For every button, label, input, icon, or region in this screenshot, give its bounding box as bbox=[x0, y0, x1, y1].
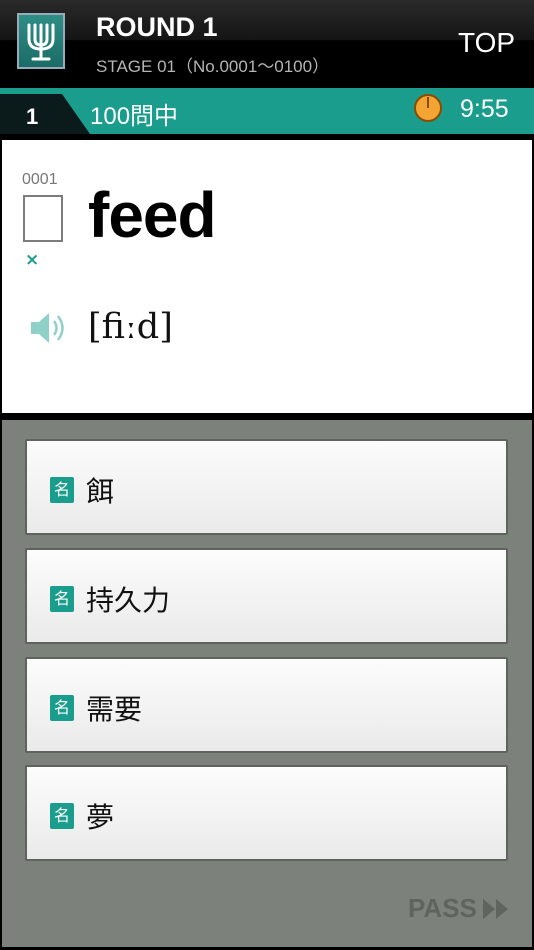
app-logo-icon bbox=[17, 13, 65, 69]
part-of-speech-badge: 名 bbox=[50, 695, 74, 721]
choice-button-4[interactable]: 名 夢 bbox=[25, 765, 508, 861]
choice-meaning: 持久力 bbox=[86, 584, 171, 617]
question-index: 1 bbox=[26, 104, 39, 129]
word-number: 0001 bbox=[22, 171, 58, 188]
choice-button-3[interactable]: 名 需要 bbox=[25, 657, 508, 753]
pass-button[interactable]: PASS bbox=[408, 893, 477, 924]
choice-meaning: 夢 bbox=[86, 801, 115, 834]
stage-subtitle: STAGE 01（No.0001～0100） bbox=[96, 57, 330, 76]
time-remaining: 9:55 bbox=[460, 95, 509, 123]
part-of-speech-badge: 名 bbox=[50, 586, 74, 612]
pronunciation: [fiːd] bbox=[88, 307, 173, 347]
timer-icon bbox=[414, 94, 442, 122]
speaker-icon[interactable] bbox=[29, 310, 69, 346]
target-word: feed bbox=[88, 179, 217, 251]
question-total: 100問中 bbox=[90, 103, 179, 130]
choice-button-1[interactable]: 名 餌 bbox=[25, 439, 508, 535]
part-of-speech-badge: 名 bbox=[50, 477, 74, 503]
choice-button-2[interactable]: 名 持久力 bbox=[25, 548, 508, 644]
round-title: ROUND 1 bbox=[96, 12, 218, 42]
choice-meaning: 餌 bbox=[86, 475, 115, 508]
fast-forward-icon[interactable] bbox=[483, 898, 511, 920]
top-button[interactable]: TOP bbox=[458, 27, 515, 59]
memorized-checkbox[interactable] bbox=[23, 195, 63, 242]
part-of-speech-badge: 名 bbox=[50, 803, 74, 829]
choice-meaning: 需要 bbox=[86, 693, 143, 726]
result-mark: × bbox=[25, 250, 40, 270]
word-card bbox=[2, 140, 532, 413]
